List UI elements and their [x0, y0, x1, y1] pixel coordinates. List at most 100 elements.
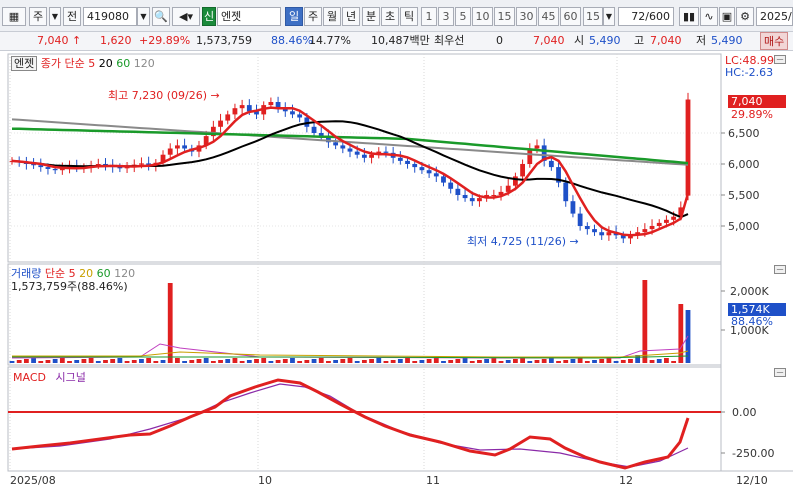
volume-bar: [376, 358, 382, 363]
price-panel-close-icon[interactable]: —: [774, 55, 786, 64]
minute-custom-select[interactable]: 15: [583, 7, 603, 26]
ma-label[interactable]: 종가 단순: [41, 57, 85, 70]
candle-body: [577, 213, 583, 226]
minute-45-button[interactable]: 45: [538, 7, 559, 26]
volume-bar: [232, 358, 238, 363]
volume-value: 1,573,759: [196, 34, 252, 47]
preferred-value: 0: [496, 34, 503, 47]
period-week-button[interactable]: 주: [304, 7, 322, 26]
minute-1-button[interactable]: 1: [421, 7, 437, 26]
period-day-button[interactable]: 일: [285, 7, 303, 26]
candle-body: [563, 182, 569, 202]
minute-dropdown-icon[interactable]: ▼: [603, 7, 615, 26]
candle-body: [520, 164, 525, 177]
volume-bar: [167, 283, 173, 363]
price-change-pct: +29.89%: [139, 34, 191, 47]
volume-bar: [304, 360, 310, 363]
search-icon[interactable]: 🔍: [152, 7, 170, 26]
high-price: 7,040: [650, 34, 682, 47]
signal-label[interactable]: 시그널: [55, 371, 85, 384]
ma5-label[interactable]: 5: [88, 57, 95, 70]
price-axis-label: 6,000: [728, 158, 760, 171]
volume-bar: [95, 361, 101, 363]
candle-body: [354, 151, 360, 155]
macd-axis-label: 0.00: [732, 406, 757, 419]
buy-tab[interactable]: 매수: [760, 32, 789, 50]
volume-bar: [160, 360, 166, 363]
volume-bar: [246, 360, 252, 363]
candle-body: [570, 201, 576, 214]
speaker-icon[interactable]: ◀▾: [172, 7, 200, 26]
volume-bar: [563, 360, 569, 363]
volume-bar: [592, 360, 597, 363]
indicator-icon[interactable]: ∿: [700, 7, 718, 26]
minute-15-button[interactable]: 15: [494, 7, 515, 26]
candle-body: [167, 148, 173, 155]
volume-bar: [369, 359, 374, 363]
volume-bar: [261, 358, 267, 363]
volume-panel-close-icon[interactable]: —: [774, 265, 786, 274]
ma20-label[interactable]: 20: [99, 57, 113, 70]
volume-bar: [513, 359, 518, 363]
candle-body: [225, 114, 231, 121]
settings-gear-icon[interactable]: ⚙: [736, 7, 754, 26]
volume-bar: [361, 360, 367, 363]
price-axis-label: 5,000: [728, 220, 760, 233]
candle-body: [441, 176, 446, 183]
save-icon[interactable]: ▣: [719, 7, 735, 26]
volume-bar: [81, 359, 87, 363]
volume-bar: [527, 361, 533, 363]
stock-name-tag[interactable]: 엔젯: [11, 56, 38, 71]
candle-body: [175, 145, 180, 149]
volume-axis-label: 2,000K: [730, 285, 769, 298]
volume-pct: 88.46%: [731, 315, 773, 328]
minute-60-button[interactable]: 60: [560, 7, 581, 26]
volume-bar: [268, 361, 274, 363]
period-second-button[interactable]: 초: [381, 7, 399, 26]
jeon-button[interactable]: 전: [63, 7, 81, 26]
right-arrow-icon: →: [569, 235, 579, 248]
stock-code-dropdown-icon[interactable]: ▼: [137, 7, 150, 26]
candle-body: [513, 176, 518, 186]
minute-5-button[interactable]: 5: [455, 7, 471, 26]
volume-bar: [599, 359, 605, 363]
candle-body: [462, 195, 468, 199]
volume-bar: [254, 359, 259, 363]
candle-body: [369, 154, 374, 158]
market-type-dropdown-icon[interactable]: ▼: [49, 7, 61, 26]
minute-10-button[interactable]: 10: [472, 7, 493, 26]
ma60-label[interactable]: 60: [116, 57, 130, 70]
chart-tools-icon[interactable]: ▮▮: [679, 7, 699, 26]
page-counter-field[interactable]: 72/600: [618, 7, 674, 26]
candle-body: [433, 173, 439, 177]
low-annotation: 최저 4,725 (11/26) →: [467, 235, 579, 248]
period-tick-button[interactable]: 틱: [400, 7, 418, 26]
volume-bar: [67, 361, 72, 363]
candle-body: [534, 145, 540, 149]
candle-body: [290, 111, 295, 115]
preferred-label: 최우선: [434, 34, 465, 47]
screen-menu-icon[interactable]: ▦: [2, 7, 26, 26]
stock-code-input[interactable]: 419080: [83, 7, 137, 26]
minute-30-button[interactable]: 30: [516, 7, 537, 26]
volume-bar: [189, 360, 195, 363]
macd-label[interactable]: MACD: [13, 371, 46, 384]
volume-bar: [548, 358, 554, 363]
current-price-box: 7,040: [728, 95, 786, 108]
volume-bar: [52, 359, 58, 363]
chart-area[interactable]: 6,500 6,000 5,500 5,000 2,000K 1,000K 0.00 -250…: [0, 51, 793, 489]
volume-bar: [613, 361, 619, 363]
period-year-button[interactable]: 년: [342, 7, 360, 26]
volume-bar: [577, 358, 583, 363]
macd-panel-close-icon[interactable]: —: [774, 368, 786, 377]
date-input[interactable]: 2025/: [756, 7, 793, 26]
minute-3-button[interactable]: 3: [438, 7, 454, 26]
volume-bar: [455, 359, 461, 363]
candle-body: [548, 160, 554, 168]
market-type-select[interactable]: 주: [29, 7, 47, 26]
ma120-label[interactable]: 120: [134, 57, 155, 70]
period-minute-button[interactable]: 분: [362, 7, 380, 26]
volume-bar: [448, 360, 454, 363]
candle-body: [361, 154, 367, 158]
period-month-button[interactable]: 월: [323, 7, 341, 26]
